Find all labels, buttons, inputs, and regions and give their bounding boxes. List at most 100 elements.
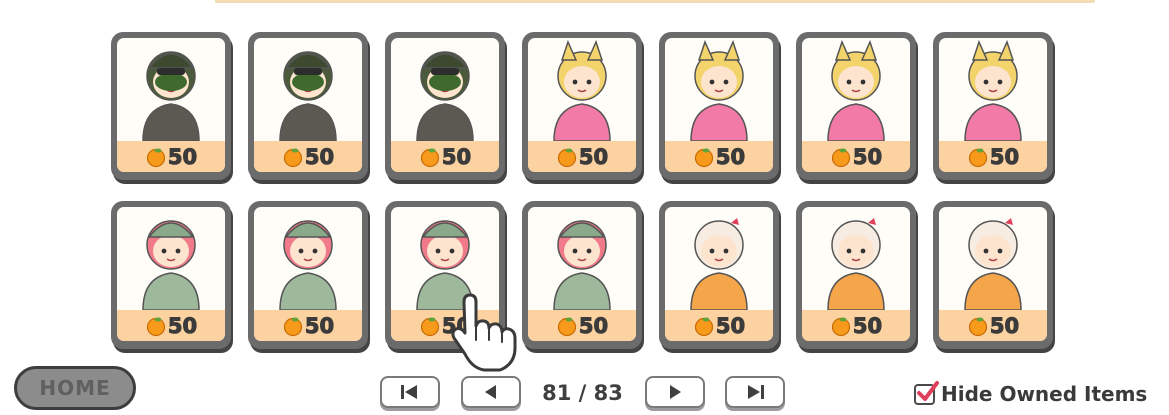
price-strip: 50 xyxy=(528,141,636,172)
orange-icon xyxy=(694,317,713,336)
sticker-card[interactable]: 50 xyxy=(933,32,1053,180)
sticker-card-inner: 50 xyxy=(939,207,1047,341)
sticker-image xyxy=(391,38,499,142)
chevron-left-icon xyxy=(485,385,496,399)
sticker-card[interactable]: 50 xyxy=(111,201,231,349)
sticker-card-inner: 50 xyxy=(939,38,1047,172)
price-strip: 50 xyxy=(939,310,1047,341)
price-strip: 50 xyxy=(939,141,1047,172)
hide-owned-checkbox[interactable] xyxy=(914,380,939,405)
sticker-grid: 50 50 50 50 50 50 50 50 50 50 50 50 50 50 xyxy=(0,0,1169,360)
price-strip: 50 xyxy=(391,141,499,172)
sticker-card[interactable]: 50 xyxy=(659,201,779,349)
sticker-image xyxy=(254,38,362,142)
sticker-card-inner: 50 xyxy=(665,207,773,341)
sticker-image xyxy=(939,207,1047,311)
price-label: 50 xyxy=(578,144,609,169)
price-label: 50 xyxy=(715,313,746,338)
sticker-art xyxy=(142,220,200,311)
sticker-card-inner: 50 xyxy=(391,38,499,172)
sticker-image xyxy=(117,207,225,311)
sticker-art xyxy=(690,39,748,142)
chevron-right-icon xyxy=(670,385,681,399)
page-counter: 81 / 83 xyxy=(542,381,623,405)
orange-icon xyxy=(420,148,439,167)
sticker-card[interactable]: 50 xyxy=(933,201,1053,349)
price-label: 50 xyxy=(304,313,335,338)
first-page-button[interactable] xyxy=(380,376,440,408)
pointer-hand-icon xyxy=(451,293,517,372)
sticker-image xyxy=(665,207,773,311)
sticker-image xyxy=(665,38,773,142)
sticker-art xyxy=(827,218,885,311)
sticker-card-inner: 50 xyxy=(117,207,225,341)
skip-first-icon xyxy=(401,385,417,399)
orange-icon xyxy=(146,317,165,336)
sticker-card[interactable]: 50 xyxy=(796,32,916,180)
sticker-card-inner: 50 xyxy=(528,38,636,172)
orange-icon xyxy=(283,148,302,167)
sticker-image xyxy=(117,38,225,142)
sticker-card[interactable]: 50 xyxy=(111,32,231,180)
sticker-card-inner: 50 xyxy=(665,38,773,172)
sticker-card[interactable]: 50 xyxy=(248,201,368,349)
hide-owned-toggle[interactable]: Hide Owned Items xyxy=(914,378,1147,410)
last-page-button[interactable] xyxy=(725,376,785,408)
sticker-art xyxy=(142,51,200,142)
sticker-card-inner: 50 xyxy=(528,207,636,341)
sticker-art xyxy=(279,51,337,142)
price-strip: 50 xyxy=(254,141,362,172)
sticker-card[interactable]: 50 xyxy=(522,201,642,349)
sticker-image xyxy=(528,207,636,311)
sticker-image xyxy=(528,38,636,142)
sticker-art xyxy=(964,39,1022,142)
orange-icon xyxy=(968,148,987,167)
price-label: 50 xyxy=(578,313,609,338)
sticker-art xyxy=(690,218,748,311)
sticker-card[interactable]: 50 xyxy=(248,32,368,180)
home-button[interactable]: HOME xyxy=(14,366,136,410)
skip-last-icon xyxy=(748,385,764,399)
price-label: 50 xyxy=(852,313,883,338)
orange-icon xyxy=(831,317,850,336)
sticker-art xyxy=(416,51,474,142)
sticker-card[interactable]: 50 xyxy=(522,32,642,180)
sticker-card-inner: 50 xyxy=(802,207,910,341)
sticker-card-inner: 50 xyxy=(117,38,225,172)
sticker-image xyxy=(939,38,1047,142)
price-label: 50 xyxy=(989,144,1020,169)
orange-icon xyxy=(968,317,987,336)
sticker-card-inner: 50 xyxy=(254,38,362,172)
price-label: 50 xyxy=(715,144,746,169)
sticker-art xyxy=(279,220,337,311)
hide-owned-label: Hide Owned Items xyxy=(941,382,1148,406)
sticker-art xyxy=(964,218,1022,311)
price-strip: 50 xyxy=(665,141,773,172)
sticker-card[interactable]: 50 xyxy=(796,201,916,349)
price-label: 50 xyxy=(852,144,883,169)
sticker-image xyxy=(802,207,910,311)
price-label: 50 xyxy=(441,144,472,169)
sticker-card[interactable]: 50 xyxy=(659,32,779,180)
sticker-card-inner: 50 xyxy=(254,207,362,341)
sticker-image xyxy=(802,38,910,142)
sticker-card[interactable]: 50 xyxy=(385,32,505,180)
sticker-art xyxy=(553,220,611,311)
sticker-art xyxy=(827,39,885,142)
sticker-card-inner: 50 xyxy=(802,38,910,172)
orange-icon xyxy=(146,148,165,167)
next-page-button[interactable] xyxy=(645,376,705,408)
previous-page-button[interactable] xyxy=(461,376,521,408)
orange-icon xyxy=(420,317,439,336)
checkmark-icon xyxy=(917,380,939,401)
price-strip: 50 xyxy=(117,310,225,341)
price-strip: 50 xyxy=(665,310,773,341)
orange-icon xyxy=(283,317,302,336)
price-strip: 50 xyxy=(254,310,362,341)
orange-icon xyxy=(557,148,576,167)
price-label: 50 xyxy=(167,144,198,169)
price-strip: 50 xyxy=(528,310,636,341)
price-label: 50 xyxy=(989,313,1020,338)
price-strip: 50 xyxy=(802,310,910,341)
price-label: 50 xyxy=(304,144,335,169)
